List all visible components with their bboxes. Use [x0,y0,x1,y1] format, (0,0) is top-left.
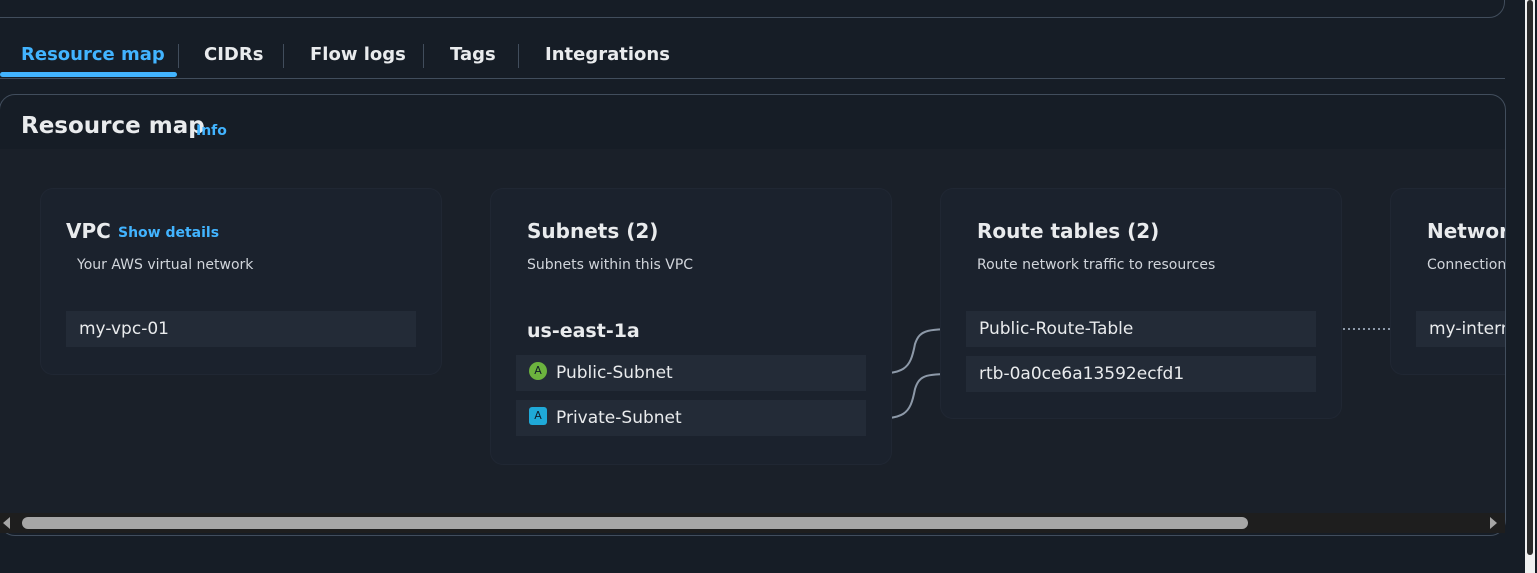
network-card-subtitle: Connections to other networks [1427,257,1506,273]
scroll-right-icon[interactable] [1490,517,1497,529]
public-subnet-icon: A [529,362,547,380]
internet-gateway-item[interactable]: my-internet-gateway [1416,311,1505,347]
private-subnet-icon: A [529,407,547,425]
subnets-card: Subnets (2) Subnets within this VPC us-e… [491,189,891,464]
tab-resource-map[interactable]: Resource map [21,36,165,74]
subnet-item-public[interactable]: A Public-Subnet [516,355,866,391]
resource-map-canvas: VPC Show details Your AWS virtual networ… [0,149,1505,513]
route-table-item[interactable]: rtb-0a0ce6a13592ecfd1 [966,356,1316,392]
tab-divider [178,44,179,68]
subnet-item-private[interactable]: A Private-Subnet [516,400,866,436]
vertical-scroll-thumb[interactable] [1527,0,1533,555]
vpc-card-title: VPC [66,219,111,243]
route-tables-card-subtitle: Route network traffic to resources [977,257,1216,273]
vpc-card: VPC Show details Your AWS virtual networ… [41,189,441,374]
horizontal-scroll-thumb[interactable] [22,517,1248,529]
show-details-link[interactable]: Show details [118,225,219,241]
vertical-scroll-track[interactable] [1525,0,1535,573]
subnets-card-subtitle: Subnets within this VPC [527,257,694,273]
subnet-item-label: Public-Subnet [556,363,673,383]
vpc-card-subtitle: Your AWS virtual network [77,257,254,273]
scroll-left-icon[interactable] [3,517,10,529]
vpc-item[interactable]: my-vpc-01 [66,311,416,347]
info-link[interactable]: Info [196,123,227,139]
previous-panel [0,0,1505,18]
tab-divider [423,44,424,68]
tab-bar: Resource map CIDRs Flow logs Tags Integr… [0,36,1505,79]
resource-map-panel: Resource map Info VPC Show details Your … [0,94,1506,536]
subnets-card-title: Subnets (2) [527,219,659,243]
availability-zone-label: us-east-1a [527,320,640,342]
subnet-item-label: Private-Subnet [556,408,682,428]
horizontal-scrollbar[interactable] [0,513,1505,533]
tab-divider [283,44,284,68]
tab-cidrs[interactable]: CIDRs [204,36,263,74]
route-table-item[interactable]: Public-Route-Table [966,311,1316,347]
tab-flow-logs[interactable]: Flow logs [310,36,406,74]
tab-tags[interactable]: Tags [450,36,496,74]
tab-integrations[interactable]: Integrations [545,36,670,74]
vertical-scrollbar[interactable] [1524,0,1537,573]
route-tables-card: Route tables (2) Route network traffic t… [941,189,1341,418]
active-tab-indicator [0,72,177,77]
network-connections-card: Network connections (1) Connections to o… [1391,189,1506,374]
network-card-title: Network connections (1) [1427,219,1505,243]
tab-divider [518,44,519,68]
panel-title: Resource map [21,113,205,139]
route-tables-card-title: Route tables (2) [977,219,1160,243]
